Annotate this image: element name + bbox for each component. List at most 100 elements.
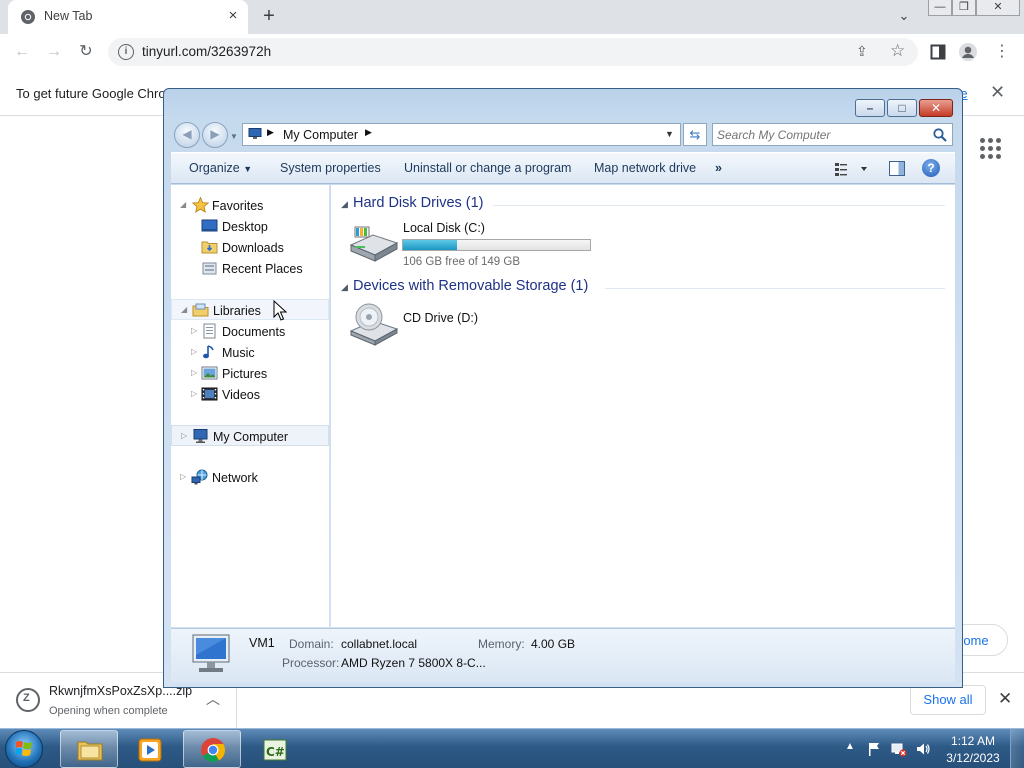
action-center-flag-icon[interactable] [866,741,882,757]
reload-icon[interactable]: ↻ [76,42,96,62]
nav-downloads[interactable]: Downloads [171,237,329,258]
explorer-back-button[interactable]: ◀ [174,122,200,148]
address-history-dropdown-icon[interactable]: ▼ [665,129,674,139]
breadcrumb-arrow-icon[interactable]: ▶ [365,127,372,138]
change-view-button[interactable] [833,160,873,178]
collapsed-triangle-icon[interactable]: ▷ [191,326,197,335]
collapsed-triangle-icon[interactable]: ▷ [191,389,197,398]
browser-menu-icon[interactable]: ⋮ [992,42,1012,62]
explorer-close-button[interactable]: ✕ [919,99,953,117]
network-disconnected-icon[interactable] [891,741,907,757]
nav-pictures[interactable]: ▷ Pictures [171,363,329,384]
explorer-minimize-button[interactable]: – [855,99,885,117]
infobar-message: To get future Google Chro [16,86,166,101]
drive-free-space: 106 GB free of 149 GB [403,256,520,268]
expanded-triangle-icon[interactable]: ◢ [181,305,187,314]
back-arrow-icon[interactable]: ← [12,42,32,62]
memory-value: 4.00 GB [531,637,576,651]
explorer-address-bar[interactable]: ▶ My Computer ▶ ▼ [242,123,681,146]
start-button[interactable] [5,730,43,768]
profile-avatar-icon[interactable] [958,42,978,62]
breadcrumb-arrow-icon[interactable]: ▶ [267,127,274,138]
map-network-drive-button[interactable]: Map network drive [594,161,696,175]
taskbar-google-chrome[interactable] [183,730,241,768]
browser-close-button[interactable]: ✕ [976,0,1020,16]
expanded-triangle-icon[interactable]: ◢ [180,200,186,209]
address-bar[interactable]: i tinyurl.com/3263972h ⇪ ☆ [108,38,918,66]
clock-time[interactable]: 1:12 AM [950,734,996,748]
taskbar-csharp-ide[interactable]: C# [245,730,303,768]
clock-date[interactable]: 3/12/2023 [944,751,1002,765]
side-panel-icon[interactable] [928,42,948,62]
site-info-icon[interactable]: i [118,44,134,60]
group-header-removable-storage[interactable]: ◢ Devices with Removable Storage (1) [341,278,945,298]
tab-search-chevron-icon[interactable]: ⌄ [894,8,914,26]
forward-arrow-icon[interactable]: → [44,42,64,62]
chrome-favicon-icon [21,10,35,24]
help-icon[interactable]: ? [922,159,940,177]
nav-recent-places[interactable]: Recent Places [171,258,329,279]
browser-restore-button[interactable]: ❐ [952,0,976,16]
expanded-triangle-icon[interactable]: ◢ [341,199,348,210]
computer-icon [248,128,262,139]
nav-documents[interactable]: ▷ Documents [171,321,329,342]
taskbar-windows-explorer[interactable] [60,730,118,768]
new-tab-button[interactable]: + [258,6,280,28]
nav-favorites[interactable]: ◢ Favorites [171,195,329,216]
csharp-icon: C# [263,739,287,761]
volume-speaker-icon[interactable] [915,741,931,757]
drive-local-disk-c[interactable]: Local Disk (C:) 106 GB free of 149 GB [347,219,637,273]
explorer-search-box[interactable] [712,123,953,146]
taskbar-media-player[interactable] [120,730,178,768]
explorer-forward-button[interactable]: ▶ [202,122,228,148]
preview-pane-button[interactable] [889,161,905,176]
nav-music[interactable]: ▷ Music [171,342,329,363]
nav-libraries[interactable]: ◢ Libraries [171,299,329,320]
nav-desktop[interactable]: Desktop [171,216,329,237]
organize-menu[interactable]: Organize ▼ [189,161,252,175]
tab-close-icon[interactable]: × [224,7,242,25]
more-commands-button[interactable]: » [715,161,722,175]
nav-network[interactable]: ▷ Network [171,467,329,488]
breadcrumb-my-computer[interactable]: My Computer [283,128,358,142]
libraries-icon [192,303,209,317]
show-all-downloads-button[interactable]: Show all [910,685,986,715]
chevron-up-icon[interactable]: ︿ [206,689,220,709]
search-icon[interactable] [932,127,948,143]
group-header-hard-disk-drives[interactable]: ◢ Hard Disk Drives (1) [341,195,945,215]
folder-icon [77,741,103,761]
nav-my-computer-label: My Computer [213,430,289,444]
google-apps-grid-icon[interactable] [980,138,1002,160]
show-hidden-icons-button[interactable]: ▲ [845,741,855,752]
share-icon[interactable]: ⇪ [856,43,868,60]
star-icon [192,197,209,213]
download-shelf-close-icon[interactable]: ✕ [998,689,1012,709]
drive-name: Local Disk (C:) [403,221,485,235]
collapsed-triangle-icon[interactable]: ▷ [191,347,197,356]
nav-my-computer[interactable]: ▷ My Computer [171,425,329,446]
bookmark-star-icon[interactable]: ☆ [890,41,905,61]
browser-tab-new-tab[interactable]: New Tab × [8,0,248,34]
group-title: Devices with Removable Storage (1) [353,278,589,294]
drive-cd-d[interactable]: CD Drive (D:) [347,303,637,357]
nav-downloads-label: Downloads [222,241,284,255]
nav-videos-label: Videos [222,388,260,402]
nav-videos[interactable]: ▷ Videos [171,384,329,405]
explorer-maximize-button[interactable]: □ [887,99,917,117]
show-desktop-button[interactable] [1010,729,1024,768]
uninstall-program-button[interactable]: Uninstall or change a program [404,161,571,175]
url-text[interactable]: tinyurl.com/3263972h [142,44,271,59]
collapsed-triangle-icon[interactable]: ▷ [191,368,197,377]
refresh-icon[interactable]: ⇆ [683,123,707,146]
collapsed-triangle-icon[interactable]: ▷ [181,431,187,440]
infobar-close-icon[interactable]: ✕ [990,82,1005,103]
pictures-icon [201,366,218,380]
search-input[interactable] [717,125,929,144]
expanded-triangle-icon[interactable]: ◢ [341,282,348,293]
collapsed-triangle-icon[interactable]: ▷ [180,472,186,481]
chrome-icon [201,738,226,763]
hard-drive-icon [349,226,399,262]
system-properties-button[interactable]: System properties [280,161,381,175]
browser-minimize-button[interactable]: — [928,0,952,16]
recent-pages-dropdown-icon[interactable]: ▼ [230,132,238,141]
